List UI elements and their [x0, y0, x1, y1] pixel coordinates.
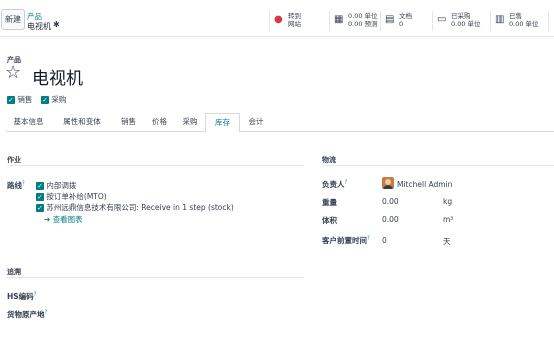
tab-general[interactable]: 基本信息	[6, 113, 51, 132]
stat-on-hand[interactable]: ▦ 0.00 单位 0.00 预测	[329, 11, 380, 31]
can-be-purchased-label: 采购	[51, 95, 67, 104]
weight-unit: kg	[443, 197, 453, 206]
operations-title: 作业	[7, 156, 21, 164]
checkbox-icon: ✓	[41, 96, 49, 104]
route-internal[interactable]: ✓ 内部调拨	[36, 180, 76, 191]
credit-card-icon: ▭	[437, 14, 447, 25]
can-be-purchased-checkbox[interactable]: ✓ 采购	[41, 94, 66, 105]
product-name[interactable]: 电视机	[32, 64, 83, 89]
route-label: 苏州远鼎信息技术有限公司: Receive in 1 step (stock)	[46, 203, 234, 212]
stat-line2: 0.00 单位	[509, 20, 539, 28]
stat-more[interactable]	[548, 11, 554, 31]
stat-line1: 文档	[399, 12, 412, 20]
checkbox-icon: ✓	[7, 96, 15, 104]
stat-sold[interactable]: ▥ 已售 0.00 单位	[490, 11, 548, 31]
route-label: 内部调拨	[46, 181, 77, 190]
can-be-sold-checkbox[interactable]: ✓ 销售	[7, 94, 32, 105]
arrow-right-icon: ➔	[44, 215, 51, 224]
responsible-label: 负责人?	[322, 179, 347, 190]
checkbox-icon: ✓	[36, 182, 44, 190]
globe-icon: ●	[274, 14, 283, 25]
tab-inventory[interactable]: 库存	[205, 113, 240, 133]
lead-time-label: 客户前置时间?	[322, 235, 370, 246]
stat-goto-website[interactable]: ● 转到 网站	[269, 11, 329, 31]
routes-label: 路线?	[7, 180, 25, 191]
tab-bar: 基本信息 属性和变体 销售 价格 采购 库存 会计	[6, 113, 554, 133]
responsible-value[interactable]: Mitchell Admin	[397, 180, 452, 189]
volume-field[interactable]: 0.00	[382, 215, 399, 224]
help-icon[interactable]: ?	[367, 236, 370, 242]
control-panel: 新建 产品 电视机 ✱ ● 转到 网站 ▦ 0.00 单位 0.00 预测 ▤ …	[0, 0, 554, 37]
route-label: 按订单补给(MTO)	[46, 192, 107, 201]
hs-code-label: HS编码?	[7, 291, 36, 302]
gear-icon[interactable]: ✱	[53, 20, 60, 29]
logistics-divider	[322, 165, 554, 166]
tracking-divider	[7, 277, 304, 278]
view-diagram-link[interactable]: ➔ 查看图表	[44, 214, 83, 225]
help-icon[interactable]: ?	[22, 181, 25, 187]
help-icon[interactable]: ?	[45, 310, 48, 316]
stat-line1: 已采购	[451, 12, 471, 20]
avatar	[382, 177, 394, 189]
file-icon: ▤	[385, 14, 395, 25]
weight-label: 重量	[322, 198, 337, 207]
tab-purchase[interactable]: 采购	[175, 113, 205, 132]
lead-time-field[interactable]: 0	[382, 236, 387, 245]
stat-line1: 已售	[509, 12, 522, 20]
lead-time-unit: 天	[443, 237, 451, 246]
stat-documents[interactable]: ▤ 文档 0	[380, 11, 432, 31]
stat-line2: 0.00 预测	[348, 20, 378, 28]
stat-purchased[interactable]: ▭ 已采购 0.00 单位	[432, 11, 490, 31]
origin-label: 货物原产地?	[7, 309, 47, 320]
help-icon[interactable]: ?	[345, 180, 348, 186]
tracking-title: 追溯	[7, 268, 21, 276]
tab-accounting[interactable]: 会计	[240, 113, 272, 132]
signal-icon: ▥	[495, 14, 505, 25]
help-icon[interactable]: ?	[34, 292, 37, 298]
responsible-label-text: 负责人	[322, 180, 345, 189]
lead-time-label-text: 客户前置时间	[322, 236, 367, 245]
stat-line2: 0	[399, 20, 404, 28]
breadcrumb-current: 电视机	[27, 22, 51, 31]
volume-label: 体积	[322, 216, 337, 225]
route-receive[interactable]: ✓ 苏州远鼎信息技术有限公司: Receive in 1 step (stock…	[36, 202, 234, 213]
stat-line2: 0.00 单位	[451, 20, 481, 28]
volume-unit: m³	[443, 215, 454, 224]
weight-field[interactable]: 0.00	[382, 197, 399, 206]
logistics-title: 物流	[322, 156, 336, 164]
can-be-sold-label: 销售	[17, 95, 33, 104]
star-icon[interactable]: ☆	[5, 62, 21, 83]
operations-divider	[7, 165, 304, 166]
stat-line1: 0.00 单位	[348, 12, 378, 20]
checkbox-icon: ✓	[36, 204, 44, 212]
stat-line2: 网站	[288, 20, 301, 28]
stat-line1: 转到	[288, 12, 301, 20]
checkbox-icon: ✓	[36, 193, 44, 201]
hs-code-label-text: HS编码	[7, 292, 34, 301]
new-button[interactable]: 新建	[1, 9, 25, 30]
origin-label-text: 货物原产地	[7, 310, 45, 319]
tab-attributes[interactable]: 属性和变体	[51, 113, 113, 132]
cubes-icon: ▦	[334, 14, 344, 25]
routes-label-text: 路线	[7, 181, 22, 190]
route-mto[interactable]: ✓ 按订单补给(MTO)	[36, 191, 107, 202]
tab-pricing[interactable]: 价格	[144, 113, 175, 132]
tab-sales[interactable]: 销售	[113, 113, 144, 132]
view-diagram-text: 查看图表	[52, 215, 83, 224]
